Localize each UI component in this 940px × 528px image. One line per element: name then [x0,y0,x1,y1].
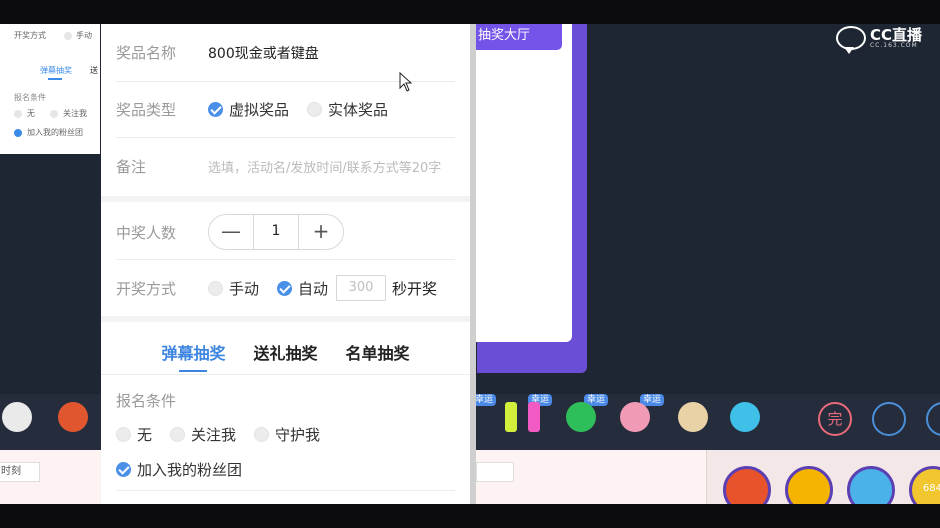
conditions-row-2: 加入我的粉丝团 [116,459,455,480]
live-room-screen: 开奖方式 手动 弹幕抽奖 送 报名条件 无 关注我 加入我的粉丝团 抽奖大厅 C… [0,24,940,504]
winners-value[interactable]: 1 [253,215,299,249]
conditions-title-row: 报名条件 [116,390,455,411]
cond-follow-label: 关注我 [191,426,237,444]
round-gifts-panel: 684 [706,450,940,504]
bg-manual-radio [64,32,72,40]
cc-live-logo: CC直播 CC.163.COM [835,25,922,54]
bg-cond-follow-radio [50,110,58,118]
prize-type-label: 奖品类型 [116,101,177,119]
virtual-prize-label: 虚拟奖品 [229,101,290,119]
radio-empty-icon [116,427,131,442]
manual-draw-radio[interactable]: 手动 [208,278,259,299]
auto-draw-radio[interactable]: 自动 [277,278,328,299]
bg-manual-label: 手动 [76,31,92,40]
cond-follow-radio[interactable]: 关注我 [170,424,236,445]
divider [116,137,455,138]
note-label: 备注 [116,158,147,176]
bg-tab-danmu: 弹幕抽奖 [40,66,72,75]
cc-bubble-icon [835,26,866,54]
bg-method-label: 开奖方式 [14,31,46,40]
bg-cond-title: 报名条件 [14,93,46,102]
note-row: 备注 选填，活动名/发放时间/联系方式等20字 [116,156,455,177]
note-input[interactable]: 选填，活动名/发放时间/联系方式等20字 [208,157,441,176]
lottery-settings-modal: 奖品名称 800现金或者键盘 奖品类型 虚拟奖品 实体奖品 备注 选填，活动名/… [101,24,470,504]
play-complete-icon[interactable]: 完 [818,402,852,436]
ship-gift-icon[interactable] [847,466,895,504]
rocket-gift-icon[interactable] [58,402,88,432]
tab-list-lottery[interactable]: 名单抽奖 [346,340,410,372]
lottery-hall-card [470,24,572,342]
bg-tab-underline [48,78,62,80]
cond-guard-radio[interactable]: 守护我 [254,424,320,445]
gift-box-icon[interactable] [785,466,833,504]
gift-bag-icon[interactable] [926,402,940,436]
divider [101,374,470,375]
lottery-hall-button[interactable]: 抽奖大厅 [472,24,562,50]
bg-tab-gift: 送 [90,66,98,75]
prize-name-input[interactable]: 800现金或者键盘 [208,43,319,63]
radio-checked-icon [277,280,293,296]
money-bag-icon[interactable] [872,402,906,436]
character-gift-icon[interactable] [678,402,708,432]
logo-brand: CC直播 [869,25,922,44]
radio-empty-icon [170,427,186,442]
glowstick-gift-icon[interactable] [505,402,517,432]
cond-none-label: 无 [137,426,153,444]
physical-prize-label: 实体奖品 [328,101,389,119]
prize-type-row: 奖品类型 虚拟奖品 实体奖品 [116,99,455,120]
coin-gift-icon[interactable]: 684 [909,466,940,504]
big-gift-icon[interactable] [723,466,771,504]
physical-prize-radio[interactable]: 实体奖品 [307,99,388,120]
section-gap [101,316,470,322]
radio-empty-icon [254,427,270,442]
bg-cond-fans-radio [14,129,22,137]
cond-fans-label: 加入我的粉丝团 [137,461,243,479]
bg-cond-follow: 关注我 [63,109,87,118]
virtual-prize-radio[interactable]: 虚拟奖品 [208,99,289,120]
seconds-input[interactable]: 300 [336,275,387,301]
mouse-cursor-icon [399,72,413,92]
cond-guard-label: 守护我 [275,426,321,444]
minus-button[interactable]: — [209,215,253,249]
monster-gift-icon[interactable] [730,402,760,432]
radio-empty-icon [307,102,323,117]
logo-sub: CC.163.COM [869,41,918,49]
bg-cond-none: 无 [27,109,35,118]
draw-method-row: 开奖方式 手动 自动 300 秒开奖 [116,275,455,301]
draw-method-label: 开奖方式 [116,279,177,298]
modal-scrollbar[interactable] [470,24,476,504]
conditions-row: 无 关注我 守护我 [116,424,455,445]
glowstick-pink-gift-icon[interactable] [528,402,540,432]
divider [116,490,455,491]
winners-row: 中奖人数 — 1 + [116,214,455,250]
radio-checked-icon [208,102,223,117]
clover-gift-icon[interactable] [566,402,596,432]
seconds-suffix: 秒开奖 [392,279,438,298]
prize-name-label: 奖品名称 [116,44,177,62]
winners-label: 中奖人数 [116,223,177,242]
conditions-title: 报名条件 [116,392,177,410]
cond-fans-radio[interactable]: 加入我的粉丝团 [116,459,242,480]
plus-button[interactable]: + [299,215,343,249]
divider [116,259,455,260]
background-lottery-panel: 开奖方式 手动 弹幕抽奖 送 报名条件 无 关注我 加入我的粉丝团 [0,24,100,154]
lottery-type-tabs: 弹幕抽奖 送礼抽奖 名单抽奖 [101,340,470,372]
winners-stepper: — 1 + [208,214,344,250]
radio-empty-icon [208,280,223,296]
time-field[interactable]: 时刻 [0,462,40,482]
tab-gift-lottery[interactable]: 送礼抽奖 [253,340,317,372]
section-gap [101,196,470,202]
bg-cond-none-radio [14,110,22,118]
manual-label: 手动 [229,279,260,298]
balloon-gift-icon[interactable] [620,402,650,432]
prize-name-row: 奖品名称 800现金或者键盘 [116,42,455,63]
auto-label: 自动 [298,279,329,298]
chat-input-ghost[interactable] [476,462,514,482]
cond-none-radio[interactable]: 无 [116,424,152,445]
bg-cond-fans: 加入我的粉丝团 [27,128,83,137]
rice-ball-gift-icon[interactable] [2,402,32,432]
tab-danmu-lottery[interactable]: 弹幕抽奖 [161,340,225,372]
radio-checked-icon [116,462,131,477]
